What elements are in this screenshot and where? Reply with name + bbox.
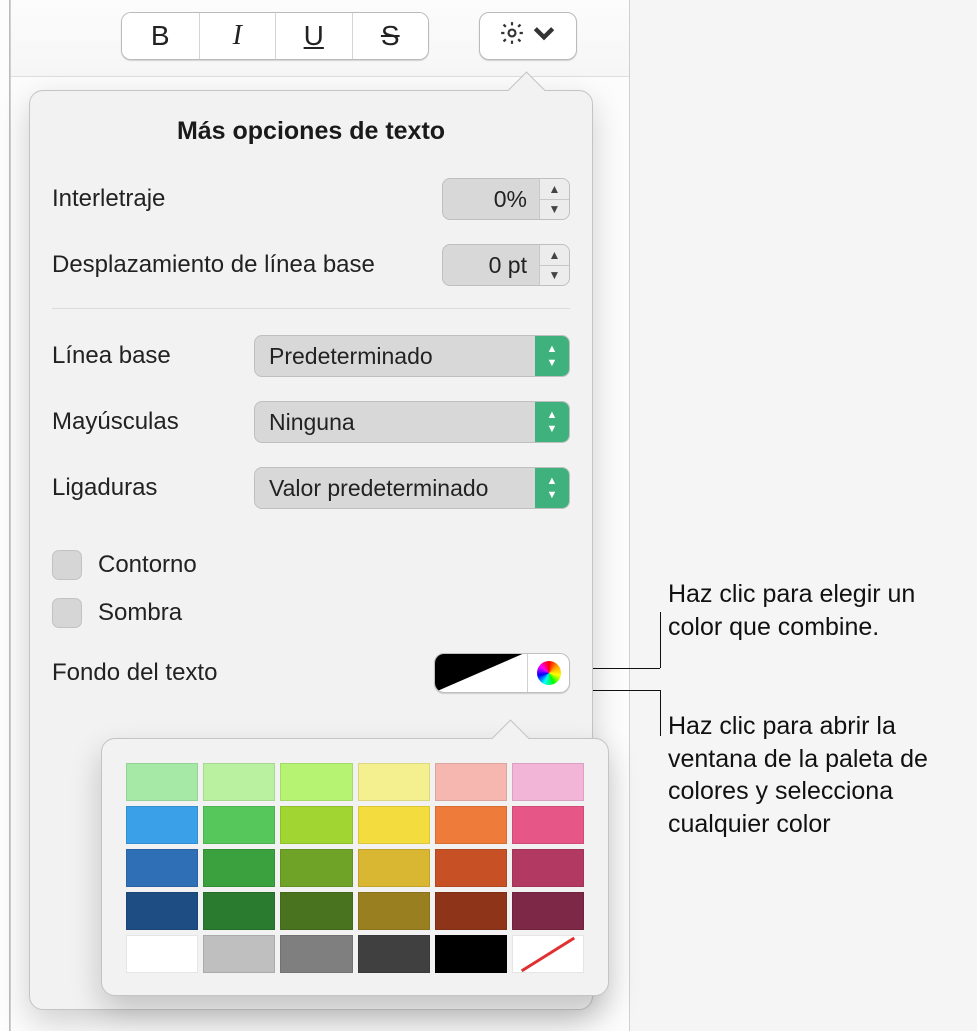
baseline-shift-label: Desplazamiento de línea base (52, 251, 375, 279)
textbg-label: Fondo del texto (52, 659, 217, 687)
color-swatch-cell[interactable] (512, 763, 584, 801)
color-swatch-cell[interactable] (203, 935, 275, 973)
color-swatch-cell[interactable] (435, 892, 507, 930)
ligatures-label: Ligaduras (52, 474, 157, 502)
color-swatch-cell[interactable] (435, 849, 507, 887)
baseline-shift-step-down-icon[interactable]: ▼ (540, 265, 569, 286)
color-grid-popover (101, 738, 609, 996)
underline-button[interactable]: U (275, 13, 352, 59)
chevron-down-icon (531, 20, 557, 53)
color-swatch-cell[interactable] (126, 892, 198, 930)
tracking-value: 0% (443, 186, 539, 213)
color-swatch-cell[interactable] (435, 935, 507, 973)
color-swatch-cell[interactable] (126, 849, 198, 887)
color-swatch-cell[interactable] (203, 892, 275, 930)
color-swatch-cell[interactable] (203, 763, 275, 801)
ligatures-select[interactable]: Valor predeterminado ▲▼ (254, 467, 570, 509)
page-edge (0, 0, 10, 1031)
tracking-step-down-icon[interactable]: ▼ (540, 199, 569, 220)
outline-label: Contorno (98, 551, 197, 579)
color-swatch-cell[interactable] (280, 935, 352, 973)
color-swatch-cell[interactable] (203, 806, 275, 844)
textbg-color-control (434, 653, 570, 693)
tracking-stepper-buttons[interactable]: ▲ ▼ (539, 179, 569, 219)
callout-swatch: Haz clic para elegir un color que combin… (668, 578, 968, 643)
outline-checkbox[interactable] (52, 550, 82, 580)
bold-button[interactable]: B (122, 13, 199, 59)
ligatures-value: Valor predeterminado (255, 475, 535, 502)
color-swatch-none[interactable] (512, 935, 584, 973)
gear-icon (499, 20, 525, 53)
select-caret-icon: ▲▼ (535, 336, 569, 376)
baseline-label: Línea base (52, 342, 171, 370)
color-wheel-icon (537, 661, 561, 685)
color-swatch-cell[interactable] (126, 763, 198, 801)
color-swatch-cell[interactable] (358, 763, 430, 801)
popover-title: Más opciones de texto (52, 117, 570, 146)
italic-button[interactable]: I (199, 13, 276, 59)
tracking-step-up-icon[interactable]: ▲ (540, 179, 569, 199)
color-swatch-cell[interactable] (358, 849, 430, 887)
color-swatch-cell[interactable] (512, 806, 584, 844)
color-swatch-cell[interactable] (126, 935, 198, 973)
strikethrough-button[interactable]: S (352, 13, 429, 59)
baseline-shift-step-up-icon[interactable]: ▲ (540, 245, 569, 265)
baseline-value: Predeterminado (255, 343, 535, 370)
color-swatch-cell[interactable] (435, 806, 507, 844)
caps-label: Mayúsculas (52, 408, 179, 436)
callout-leader (660, 612, 661, 668)
color-swatch-cell[interactable] (512, 892, 584, 930)
color-swatch-cell[interactable] (126, 806, 198, 844)
baseline-shift-stepper[interactable]: 0 pt ▲ ▼ (442, 244, 570, 286)
color-swatch-cell[interactable] (358, 935, 430, 973)
color-grid (126, 763, 584, 973)
color-swatch-cell[interactable] (280, 849, 352, 887)
color-swatch-cell[interactable] (280, 806, 352, 844)
baseline-select[interactable]: Predeterminado ▲▼ (254, 335, 570, 377)
select-caret-icon: ▲▼ (535, 402, 569, 442)
text-style-segmented: B I U S (121, 12, 429, 60)
color-swatch-cell[interactable] (512, 849, 584, 887)
shadow-checkbox[interactable] (52, 598, 82, 628)
caps-select[interactable]: Ninguna ▲▼ (254, 401, 570, 443)
textbg-color-wheel-button[interactable] (527, 654, 569, 692)
color-swatch-cell[interactable] (358, 806, 430, 844)
color-swatch-cell[interactable] (435, 763, 507, 801)
color-swatch-cell[interactable] (280, 763, 352, 801)
baseline-shift-stepper-buttons[interactable]: ▲ ▼ (539, 245, 569, 285)
divider (52, 308, 570, 309)
tracking-label: Interletraje (52, 185, 165, 213)
color-swatch-cell[interactable] (280, 892, 352, 930)
textbg-color-swatch-button[interactable] (435, 654, 527, 692)
callout-leader (660, 690, 661, 736)
select-caret-icon: ▲▼ (535, 468, 569, 508)
baseline-shift-value: 0 pt (443, 252, 539, 279)
inspector-panel: B I U S Más opciones de texto Interletra… (10, 0, 630, 1031)
callout-wheel: Haz clic para abrir la ventana de la pal… (668, 710, 968, 840)
color-swatch-cell[interactable] (203, 849, 275, 887)
caps-value: Ninguna (255, 409, 535, 436)
color-swatch-cell[interactable] (358, 892, 430, 930)
shadow-label: Sombra (98, 599, 182, 627)
tracking-stepper[interactable]: 0% ▲ ▼ (442, 178, 570, 220)
more-options-button[interactable] (479, 12, 577, 60)
